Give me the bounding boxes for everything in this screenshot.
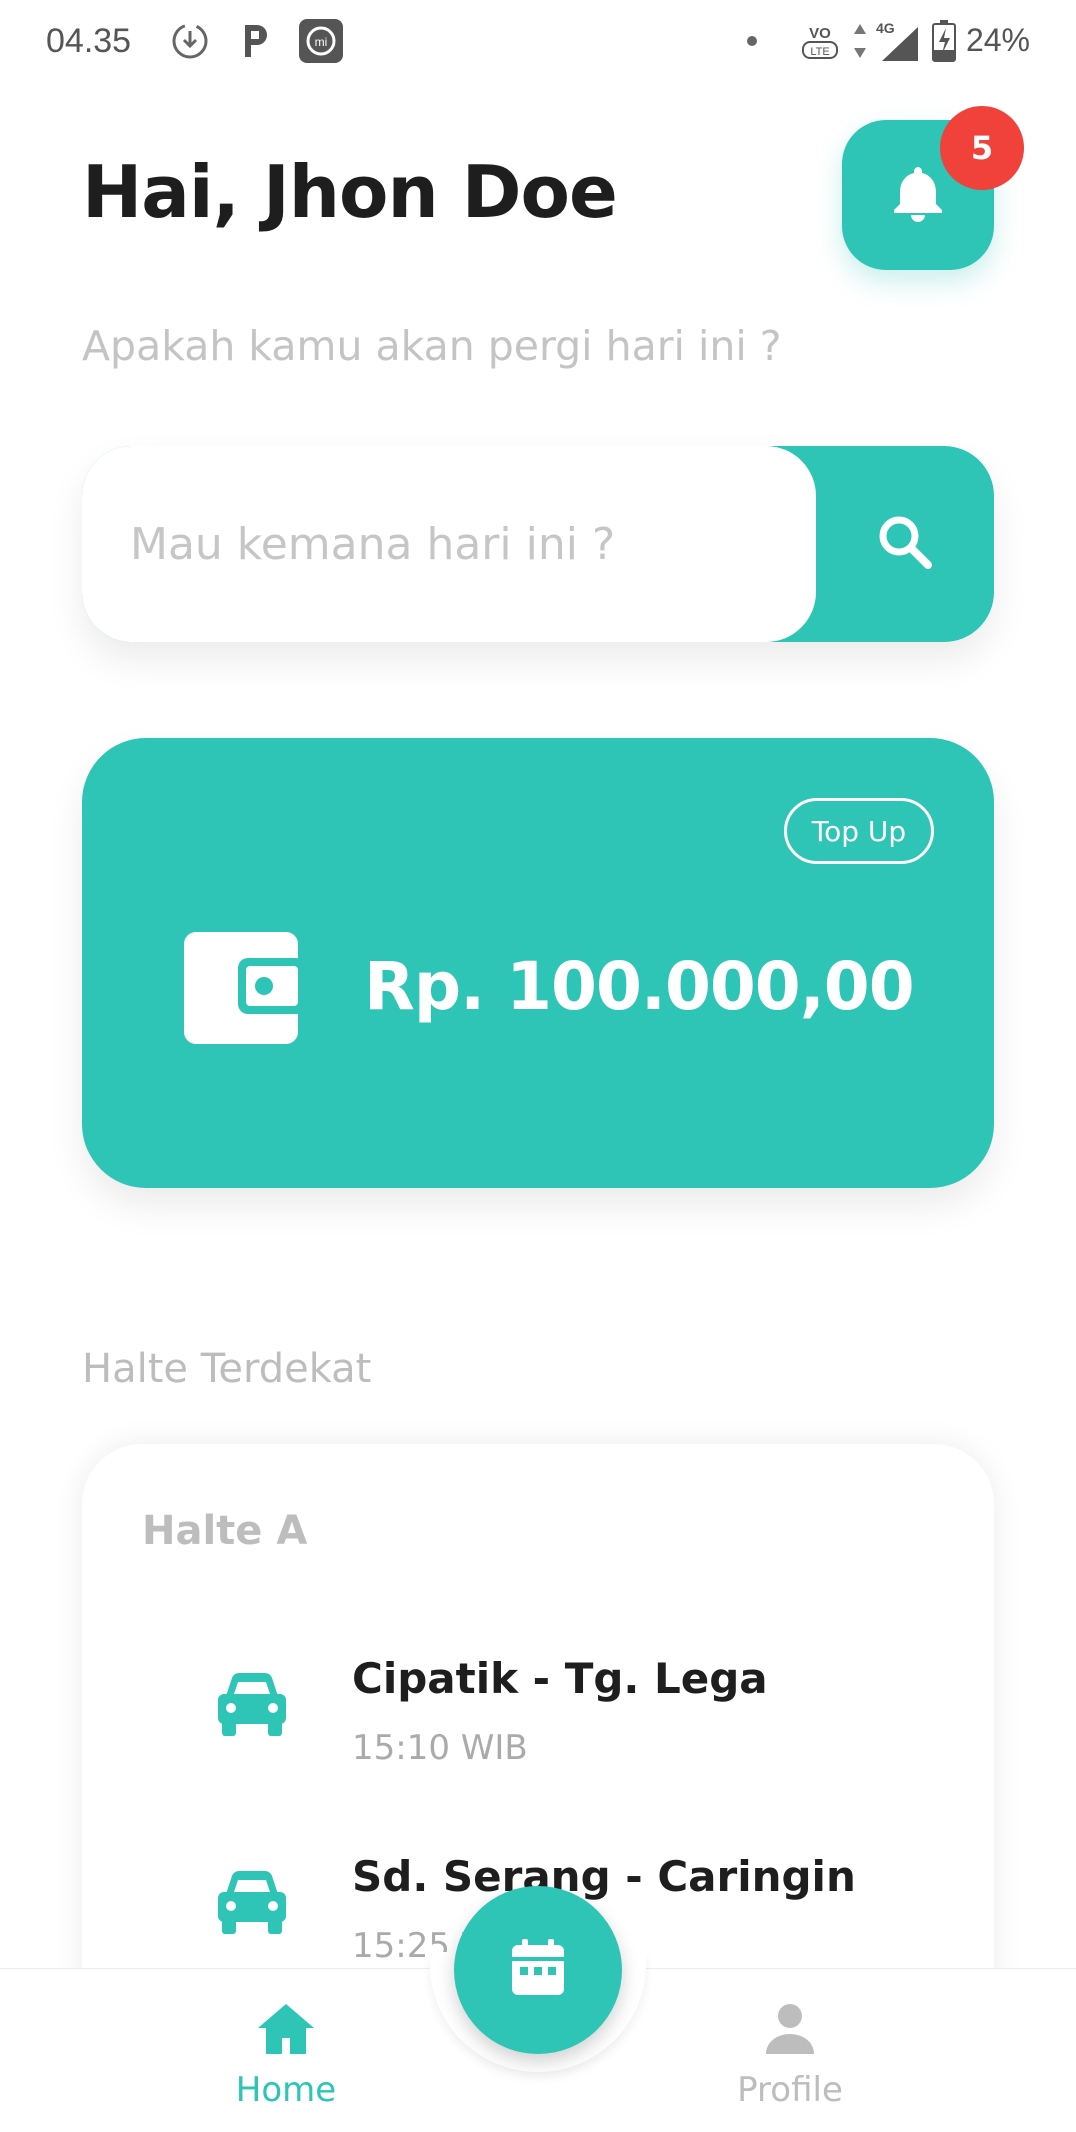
balance-amount: Rp. 100.000,00 — [364, 948, 915, 1025]
route-time: 15:10 WIB — [352, 1728, 528, 1768]
schedule-fab[interactable] — [454, 1886, 622, 2054]
signal-4g-icon: 4G — [874, 18, 926, 64]
topup-button[interactable]: Top Up — [784, 798, 934, 864]
route-name: Cipatik - Tg. Lega — [352, 1654, 768, 1703]
search-icon — [876, 513, 934, 575]
svg-text:LTE: LTE — [810, 46, 829, 58]
profile-icon — [762, 2000, 818, 2060]
battery-charging-icon — [930, 18, 958, 64]
download-icon — [168, 18, 212, 64]
search-input[interactable] — [82, 446, 816, 642]
stop-name: Halte A — [142, 1508, 308, 1554]
nav-profile-label: Profile — [737, 2070, 843, 2110]
bell-icon — [890, 163, 946, 227]
wallet-icon — [182, 930, 306, 1046]
svg-text:mi: mi — [315, 35, 328, 49]
data-arrows-icon — [850, 18, 870, 64]
page-title: Hai, Jhon Doe — [82, 150, 618, 234]
notification-badge: 5 — [940, 106, 1024, 190]
svg-text:4G: 4G — [876, 20, 895, 36]
home-icon — [256, 2000, 316, 2060]
car-icon — [212, 1664, 292, 1744]
nav-home-label: Home — [235, 2070, 337, 2110]
subtitle: Apakah kamu akan pergi hari ini ? — [82, 322, 782, 370]
car-icon — [212, 1862, 292, 1942]
search-bar — [82, 446, 994, 642]
section-title-nearby: Halte Terdekat — [82, 1346, 372, 1392]
nav-profile[interactable]: Profile — [690, 2000, 890, 2120]
calendar-icon — [508, 1937, 568, 2003]
parking-p-icon — [236, 18, 276, 64]
search-button[interactable] — [816, 446, 994, 642]
route-name: Sd. Serang - Caringin — [352, 1852, 856, 1901]
svg-text:VO: VO — [809, 25, 831, 42]
status-bar: 04.35 mi VO LTE 4G 24% — [0, 0, 1076, 84]
volte-icon: VO LTE — [798, 18, 842, 64]
status-time: 04.35 — [46, 22, 132, 60]
dot-icon — [742, 18, 762, 64]
balance-card: Top Up Rp. 100.000,00 — [82, 738, 994, 1188]
nav-home[interactable]: Home — [186, 2000, 386, 2120]
route-item[interactable]: Cipatik - Tg. Lega 15:10 WIB — [212, 1654, 912, 1804]
battery-percent: 24% — [965, 22, 1030, 58]
mi-icon: mi — [298, 18, 344, 64]
